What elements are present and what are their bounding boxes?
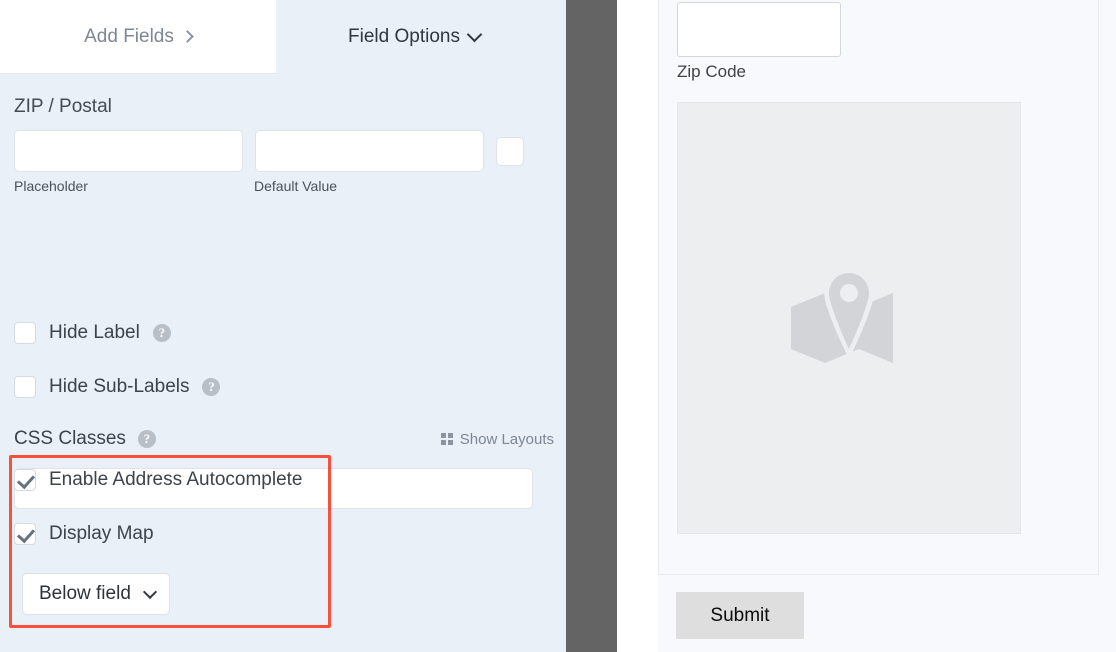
- chevron-down-icon: [142, 584, 157, 599]
- help-icon[interactable]: ?: [137, 430, 156, 448]
- css-classes-row: CSS Classes ? Show Layouts: [14, 428, 554, 450]
- preview-gutter: [617, 0, 658, 652]
- chevron-down-icon: [466, 26, 483, 43]
- default-value-sub-label: Default Value: [254, 178, 338, 194]
- display-map-label: Display Map: [49, 523, 154, 544]
- enable-address-autocomplete-row[interactable]: Enable Address Autocomplete: [14, 469, 303, 491]
- field-title: ZIP / Postal: [14, 96, 112, 117]
- hide-label-text: Hide Label: [49, 322, 140, 343]
- field-value-inputs: [14, 130, 524, 172]
- field-options-body: ZIP / Postal Placeholder Default Value H…: [0, 74, 566, 652]
- tab-field-options-label: Field Options: [348, 26, 460, 47]
- display-map-checkbox[interactable]: [14, 523, 36, 545]
- hide-label-checkbox[interactable]: [14, 322, 36, 344]
- map-position-value: Below field: [39, 583, 131, 604]
- display-map-row[interactable]: Display Map: [14, 523, 154, 545]
- panel-drag-divider[interactable]: [566, 0, 617, 652]
- zip-code-input[interactable]: [677, 2, 841, 57]
- help-icon[interactable]: ?: [152, 324, 171, 342]
- preview-field-container[interactable]: Zip Code: [658, 0, 1099, 575]
- hide-sub-labels-text: Hide Sub-Labels: [49, 376, 190, 397]
- enable-address-autocomplete-label: Enable Address Autocomplete: [49, 469, 303, 490]
- form-builder-panel: Add Fields Field Options ZIP / Postal Pl…: [0, 0, 566, 652]
- map-pin-icon: [791, 273, 893, 363]
- grid-icon: [440, 433, 453, 445]
- default-value-input[interactable]: [255, 130, 484, 172]
- submit-button[interactable]: Submit: [676, 592, 804, 639]
- css-classes-label: CSS Classes: [14, 428, 126, 449]
- placeholder-sub-label: Placeholder: [14, 178, 88, 194]
- show-layouts-label: Show Layouts: [459, 430, 554, 448]
- hide-sub-labels-row[interactable]: Hide Sub-Labels ?: [14, 376, 221, 398]
- enable-address-autocomplete-checkbox[interactable]: [14, 469, 36, 491]
- builder-tabs: Add Fields Field Options: [0, 0, 566, 74]
- help-icon[interactable]: ?: [202, 378, 221, 396]
- chevron-right-icon: [181, 29, 194, 43]
- tab-add-fields[interactable]: Add Fields: [0, 0, 276, 74]
- zip-code-label: Zip Code: [677, 62, 746, 81]
- tab-add-fields-label: Add Fields: [84, 25, 174, 47]
- tab-field-options[interactable]: Field Options: [276, 0, 552, 74]
- form-preview-panel: Zip Code Submit: [658, 0, 1116, 652]
- placeholder-input[interactable]: [14, 130, 243, 172]
- hide-sub-labels-checkbox[interactable]: [14, 376, 36, 398]
- map-position-select[interactable]: Below field: [22, 573, 170, 615]
- show-layouts-button[interactable]: Show Layouts: [440, 430, 554, 448]
- app-root: Add Fields Field Options ZIP / Postal Pl…: [0, 0, 1116, 652]
- map-placeholder: [677, 102, 1021, 534]
- hide-label-row[interactable]: Hide Label ?: [14, 322, 171, 344]
- extra-small-field-input[interactable]: [496, 137, 524, 166]
